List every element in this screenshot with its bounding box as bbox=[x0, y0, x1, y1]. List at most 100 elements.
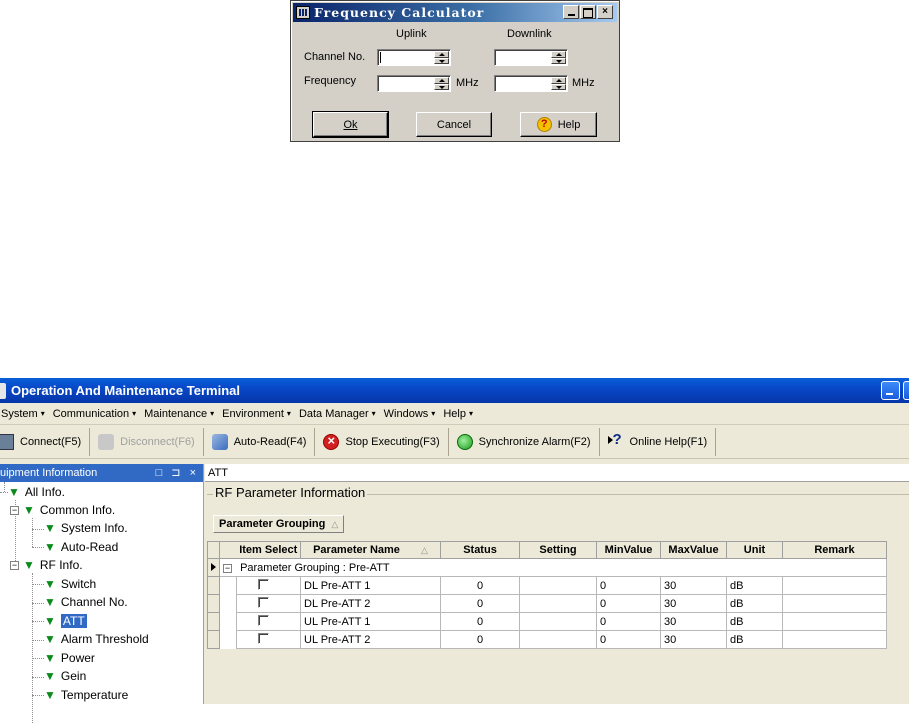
tree-node-icon: ▼ bbox=[23, 503, 35, 517]
current-path: ATT bbox=[208, 466, 228, 479]
col-unit[interactable]: Unit bbox=[726, 541, 783, 559]
tree-node-icon: ▼ bbox=[44, 632, 56, 646]
tree-item-att[interactable]: ▼ ATT bbox=[44, 612, 87, 630]
path-bar: ATT bbox=[205, 464, 909, 482]
calculator-icon bbox=[296, 6, 310, 19]
spin-down-arrow-icon[interactable] bbox=[434, 57, 449, 64]
main-titlebar[interactable]: Operation And Maintenance Terminal bbox=[0, 378, 909, 403]
disconnect-button[interactable]: Disconnect(F6) bbox=[90, 427, 204, 456]
current-row-indicator-icon bbox=[207, 558, 220, 577]
tree-item-temperature[interactable]: ▼ Temperature bbox=[44, 686, 128, 704]
content-area: ATT RF Parameter Information Parameter G… bbox=[205, 464, 909, 704]
col-parameter-name[interactable]: Parameter Name △ bbox=[300, 541, 441, 559]
col-maxvalue[interactable]: MaxValue bbox=[660, 541, 727, 559]
dialog-title: Frequency Calculator bbox=[314, 5, 485, 20]
uplink-frequency-input[interactable] bbox=[377, 75, 451, 92]
item-select-checkbox[interactable] bbox=[258, 614, 269, 626]
connect-icon bbox=[0, 433, 14, 450]
tree-item-gein[interactable]: ▼ Gein bbox=[44, 667, 86, 685]
item-select-checkbox[interactable] bbox=[258, 578, 269, 590]
table-row[interactable]: UL Pre-ATT 1 0 0 30 dB bbox=[207, 612, 887, 631]
menu-communication[interactable]: Communication bbox=[49, 408, 140, 420]
tree-item-auto-read[interactable]: ▼ Auto-Read bbox=[44, 538, 118, 556]
group-row[interactable]: − Parameter Grouping : Pre-ATT bbox=[207, 558, 887, 577]
tree-item-system-info[interactable]: ▼ System Info. bbox=[44, 519, 128, 537]
col-remark[interactable]: Remark bbox=[782, 541, 887, 559]
tree-item-alarm-threshold[interactable]: ▼ Alarm Threshold bbox=[44, 630, 149, 648]
panel-header-buttons[interactable]: □ ⊐ × bbox=[156, 466, 199, 479]
connect-button[interactable]: Connect(F5) bbox=[0, 427, 91, 456]
tree-item-rf-info[interactable]: − ▼ RF Info. bbox=[10, 556, 83, 574]
tree-item-channel-no[interactable]: ▼ Channel No. bbox=[44, 593, 128, 611]
stop-executing-button[interactable]: Stop Executing(F3) bbox=[315, 427, 449, 456]
synchronize-alarm-button[interactable]: Synchronize Alarm(F2) bbox=[449, 427, 600, 456]
maximize-button[interactable] bbox=[580, 5, 596, 19]
frequency-calculator-dialog: Frequency Calculator × Uplink Downlink C… bbox=[290, 0, 620, 142]
sort-up-icon: △ bbox=[331, 518, 339, 529]
table-row[interactable]: UL Pre-ATT 2 0 0 30 dB bbox=[207, 630, 887, 649]
tree-node-icon: ▼ bbox=[23, 558, 35, 572]
sort-icon: △ bbox=[420, 545, 428, 555]
downlink-column-label: Downlink bbox=[507, 28, 552, 40]
group-label: Parameter Grouping : Pre-ATT bbox=[240, 561, 390, 574]
row-indicator-header bbox=[207, 541, 220, 559]
menu-data-manager[interactable]: Data Manager bbox=[295, 408, 380, 420]
menu-help[interactable]: Help bbox=[439, 408, 477, 420]
frequency-label: Frequency bbox=[304, 75, 356, 87]
menu-maintenance[interactable]: Maintenance bbox=[140, 408, 218, 420]
collapse-icon[interactable]: − bbox=[10, 505, 19, 515]
tree-node-icon: ▼ bbox=[44, 651, 56, 665]
col-minvalue[interactable]: MinValue bbox=[596, 541, 661, 559]
online-help-button[interactable]: Online Help(F1) bbox=[600, 427, 717, 456]
window-maximize-button[interactable] bbox=[903, 381, 909, 400]
spin-down-arrow-icon[interactable] bbox=[434, 83, 449, 90]
main-title: Operation And Maintenance Terminal bbox=[11, 383, 240, 398]
window-minimize-button[interactable] bbox=[881, 381, 900, 400]
item-select-checkbox[interactable] bbox=[258, 596, 269, 608]
col-status[interactable]: Status bbox=[440, 541, 520, 559]
cancel-button[interactable]: Cancel bbox=[416, 112, 492, 137]
auto-read-icon bbox=[211, 433, 228, 450]
parameter-table: Item Select Parameter Name △ Status Sett… bbox=[207, 541, 887, 649]
tree-item-power[interactable]: ▼ Power bbox=[44, 649, 95, 667]
section-title: RF Parameter Information bbox=[213, 485, 368, 500]
toolbar: Connect(F5) Disconnect(F6) Auto-Read(F4)… bbox=[0, 425, 909, 459]
spin-down-arrow-icon[interactable] bbox=[551, 83, 566, 90]
auto-read-button[interactable]: Auto-Read(F4) bbox=[204, 427, 316, 456]
rf-parameter-group: RF Parameter Information Parameter Group… bbox=[207, 485, 909, 704]
help-button[interactable]: ? Help bbox=[520, 112, 597, 137]
uplink-unit-label: MHz bbox=[456, 77, 479, 89]
parameter-grouping-button[interactable]: Parameter Grouping △ bbox=[213, 515, 345, 533]
spin-down-arrow-icon[interactable] bbox=[551, 57, 566, 64]
tree-node-icon: ▼ bbox=[44, 577, 56, 591]
col-setting[interactable]: Setting bbox=[519, 541, 597, 559]
downlink-frequency-input[interactable] bbox=[494, 75, 568, 92]
collapse-icon[interactable]: − bbox=[10, 560, 19, 570]
group-collapse-icon[interactable]: − bbox=[223, 563, 232, 573]
stop-icon bbox=[323, 433, 340, 450]
table-row[interactable]: DL Pre-ATT 1 0 0 30 dB bbox=[207, 576, 887, 595]
tree-item-common-info[interactable]: − ▼ Common Info. bbox=[10, 501, 115, 519]
minimize-button[interactable] bbox=[563, 5, 579, 19]
uplink-channel-input[interactable] bbox=[377, 49, 451, 66]
equipment-tree-panel: uipment Information □ ⊐ × ▼ All Info. − … bbox=[0, 464, 204, 723]
ok-button[interactable]: Ok bbox=[312, 111, 389, 138]
tree-item-switch[interactable]: ▼ Switch bbox=[44, 575, 96, 593]
menu-system[interactable]: System bbox=[0, 408, 49, 420]
tree-node-icon: ▼ bbox=[44, 595, 56, 609]
panel-title: uipment Information bbox=[0, 467, 98, 479]
main-window: Operation And Maintenance Terminal Syste… bbox=[0, 378, 909, 723]
tree-node-icon: ▼ bbox=[44, 521, 56, 535]
col-item-select[interactable]: Item Select bbox=[236, 541, 301, 559]
item-select-checkbox[interactable] bbox=[258, 632, 269, 644]
menu-environment[interactable]: Environment bbox=[218, 408, 295, 420]
tree-node-icon: ▼ bbox=[44, 688, 56, 702]
close-button[interactable]: × bbox=[597, 5, 613, 19]
tree-item-all-info[interactable]: ▼ All Info. bbox=[8, 483, 65, 501]
dialog-titlebar[interactable]: Frequency Calculator × bbox=[293, 3, 617, 22]
downlink-unit-label: MHz bbox=[572, 77, 595, 89]
menu-windows[interactable]: Windows bbox=[380, 408, 440, 420]
table-row[interactable]: DL Pre-ATT 2 0 0 30 dB bbox=[207, 594, 887, 613]
tree-node-icon: ▼ bbox=[44, 669, 56, 683]
downlink-channel-input[interactable] bbox=[494, 49, 568, 66]
